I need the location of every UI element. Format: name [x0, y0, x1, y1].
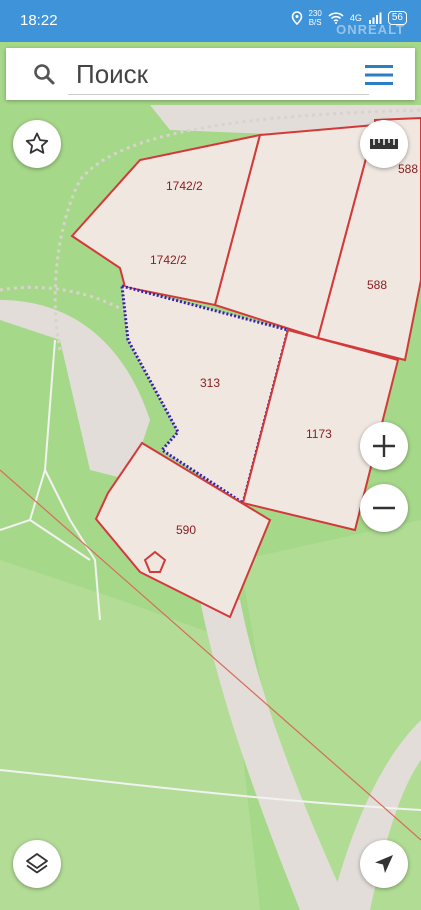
plot-label: 588 [367, 278, 387, 292]
favorite-button[interactable] [13, 120, 61, 168]
search-bar [6, 48, 415, 100]
net-rate-value: 230 [308, 9, 322, 18]
layers-button[interactable] [13, 840, 61, 888]
search-icon[interactable] [32, 62, 56, 86]
location-pin-icon [291, 11, 302, 25]
zoom-out-button[interactable] [360, 484, 408, 532]
plot-label: 590 [176, 523, 196, 537]
hamburger-menu-icon[interactable] [365, 65, 393, 85]
watermark: ONREALT [336, 22, 405, 37]
star-icon [25, 132, 49, 154]
zoom-in-button[interactable] [360, 422, 408, 470]
status-time: 18:22 [20, 12, 58, 29]
status-bar: 18:22 230 B/S 4G 56 ONREALT [0, 0, 421, 42]
navigation-arrow-icon [375, 855, 393, 873]
map-view[interactable]: 1742/2 1742/2 588 588 313 1173 590 [0, 100, 421, 910]
ruler-button[interactable] [360, 120, 408, 168]
layers-icon [26, 853, 48, 874]
plot-label: 1742/2 [166, 179, 203, 193]
ruler-icon [370, 139, 398, 149]
map-canvas[interactable]: 1742/2 1742/2 588 588 313 1173 590 [0, 100, 421, 910]
plus-icon [373, 435, 395, 457]
search-input[interactable] [68, 54, 369, 95]
plot-label: 588 [398, 162, 418, 176]
network-rate: 230 B/S [309, 9, 322, 27]
my-location-button[interactable] [360, 840, 408, 888]
plot-label: 1742/2 [150, 253, 187, 267]
minus-icon [373, 506, 395, 510]
plot-label: 1173 [306, 427, 332, 441]
plot-label: 313 [200, 376, 220, 390]
net-rate-unit: B/S [308, 18, 322, 27]
